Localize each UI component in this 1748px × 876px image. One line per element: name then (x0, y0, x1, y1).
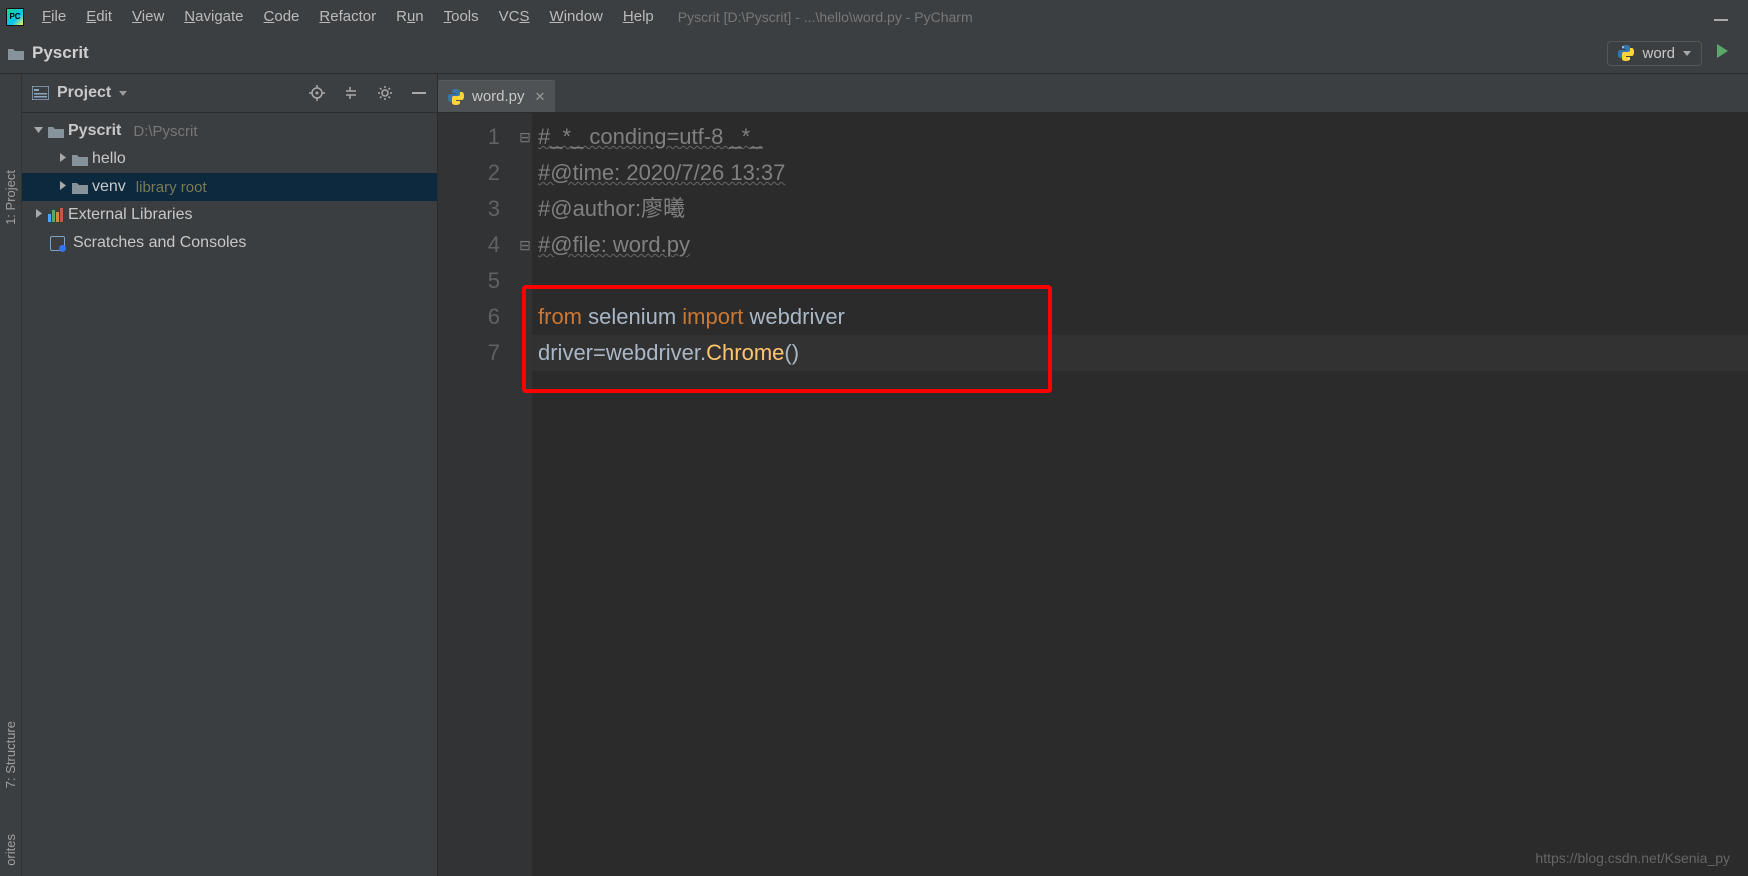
left-tool-strip: 1: Project 7: Structure orites (0, 74, 22, 876)
line-number: 4 (438, 227, 500, 263)
tree-folder-hello[interactable]: hello (22, 145, 437, 173)
locate-icon[interactable] (309, 85, 325, 101)
chevron-right-icon[interactable] (56, 181, 68, 193)
code-editor[interactable]: 1 2 3 4 5 6 7 ⊟ ⊟ #_*_ conding=utf-8 _*_… (438, 113, 1748, 876)
breadcrumb-root[interactable]: Pyscrit (32, 43, 89, 63)
menu-vcs[interactable]: VCS (489, 4, 540, 29)
folder-icon (72, 181, 88, 194)
chevron-down-icon[interactable] (119, 91, 127, 96)
run-button[interactable] (1714, 43, 1730, 63)
hide-icon[interactable] (411, 85, 427, 101)
window-minimize-icon[interactable] (1714, 8, 1728, 26)
folder-icon (72, 153, 88, 166)
chevron-down-icon (1683, 51, 1691, 56)
tree-label: venv (92, 178, 126, 196)
menu-bar: PC File Edit View Navigate Code Refactor… (0, 0, 1748, 33)
tree-scratches[interactable]: Scratches and Consoles (22, 229, 437, 257)
tool-tab-structure[interactable]: 7: Structure (3, 715, 18, 794)
python-file-icon (448, 89, 464, 105)
tool-tab-project[interactable]: 1: Project (3, 164, 18, 231)
menu-code[interactable]: Code (254, 4, 310, 29)
fold-column: ⊟ ⊟ (518, 113, 532, 876)
code-content[interactable]: #_*_ conding=utf-8 _*_ #@time: 2020/7/26… (532, 113, 1748, 876)
run-config-label: word (1642, 45, 1675, 62)
tree-label: Scratches and Consoles (73, 234, 246, 252)
editor-area: word.py ✕ 1 2 3 4 5 6 7 ⊟ ⊟ #_*_ (438, 74, 1748, 876)
tree-label: hello (92, 150, 126, 168)
line-number: 6 (438, 299, 500, 335)
line-number: 1 (438, 119, 500, 155)
scratches-icon (50, 236, 65, 251)
gear-icon[interactable] (377, 85, 393, 101)
folder-icon (48, 125, 64, 138)
tree-tag-library-root: library root (136, 179, 207, 196)
line-number: 7 (438, 335, 500, 371)
window-title: Pyscrit [D:\Pyscrit] - ...\hello\word.py… (678, 9, 973, 25)
project-panel-title: Project (57, 84, 111, 102)
libraries-icon (48, 208, 64, 222)
navigation-bar: Pyscrit word (0, 33, 1748, 74)
menu-navigate[interactable]: Navigate (174, 4, 253, 29)
menu-file[interactable]: File (32, 4, 76, 29)
project-tool-window: Project Pyscrit D:\Pyscrit hello (22, 74, 438, 876)
menu-help[interactable]: Help (613, 4, 664, 29)
project-view-icon (32, 86, 49, 100)
menu-tools[interactable]: Tools (434, 4, 489, 29)
menu-edit[interactable]: Edit (76, 4, 122, 29)
pycharm-icon: PC (6, 8, 24, 26)
menu-window[interactable]: Window (540, 4, 613, 29)
line-gutter: 1 2 3 4 5 6 7 (438, 113, 518, 876)
line-number: 2 (438, 155, 500, 191)
line-number: 5 (438, 263, 500, 299)
menu-view[interactable]: View (122, 4, 174, 29)
chevron-right-icon[interactable] (32, 209, 44, 221)
tab-label: word.py (472, 88, 525, 105)
tree-external-libraries[interactable]: External Libraries (22, 201, 437, 229)
folder-icon (8, 47, 24, 60)
fold-marker[interactable]: ⊟ (518, 119, 532, 155)
fold-marker[interactable]: ⊟ (518, 227, 532, 263)
tree-label: External Libraries (68, 206, 193, 224)
project-panel-header: Project (22, 74, 437, 113)
main-area: 1: Project 7: Structure orites Project P… (0, 74, 1748, 876)
python-icon (1618, 45, 1634, 61)
chevron-right-icon[interactable] (56, 153, 68, 165)
tree-label: Pyscrit (68, 122, 121, 140)
project-tree: Pyscrit D:\Pyscrit hello venv library ro… (22, 113, 437, 261)
expand-all-icon[interactable] (343, 85, 359, 101)
menu-refactor[interactable]: Refactor (309, 4, 386, 29)
tree-folder-venv[interactable]: venv library root (22, 173, 437, 201)
close-icon[interactable]: ✕ (535, 89, 546, 105)
line-number: 3 (438, 191, 500, 227)
tree-root-pyscrit[interactable]: Pyscrit D:\Pyscrit (22, 117, 437, 145)
menu-run[interactable]: Run (386, 4, 434, 29)
chevron-down-icon[interactable] (32, 125, 44, 137)
watermark-text: https://blog.csdn.net/Ksenia_py (1535, 850, 1730, 866)
editor-tab-word[interactable]: word.py ✕ (438, 80, 555, 112)
tree-path: D:\Pyscrit (133, 123, 197, 140)
editor-tab-bar: word.py ✕ (438, 74, 1748, 113)
run-configuration-selector[interactable]: word (1607, 41, 1702, 66)
tool-tab-favorites[interactable]: orites (3, 828, 18, 872)
